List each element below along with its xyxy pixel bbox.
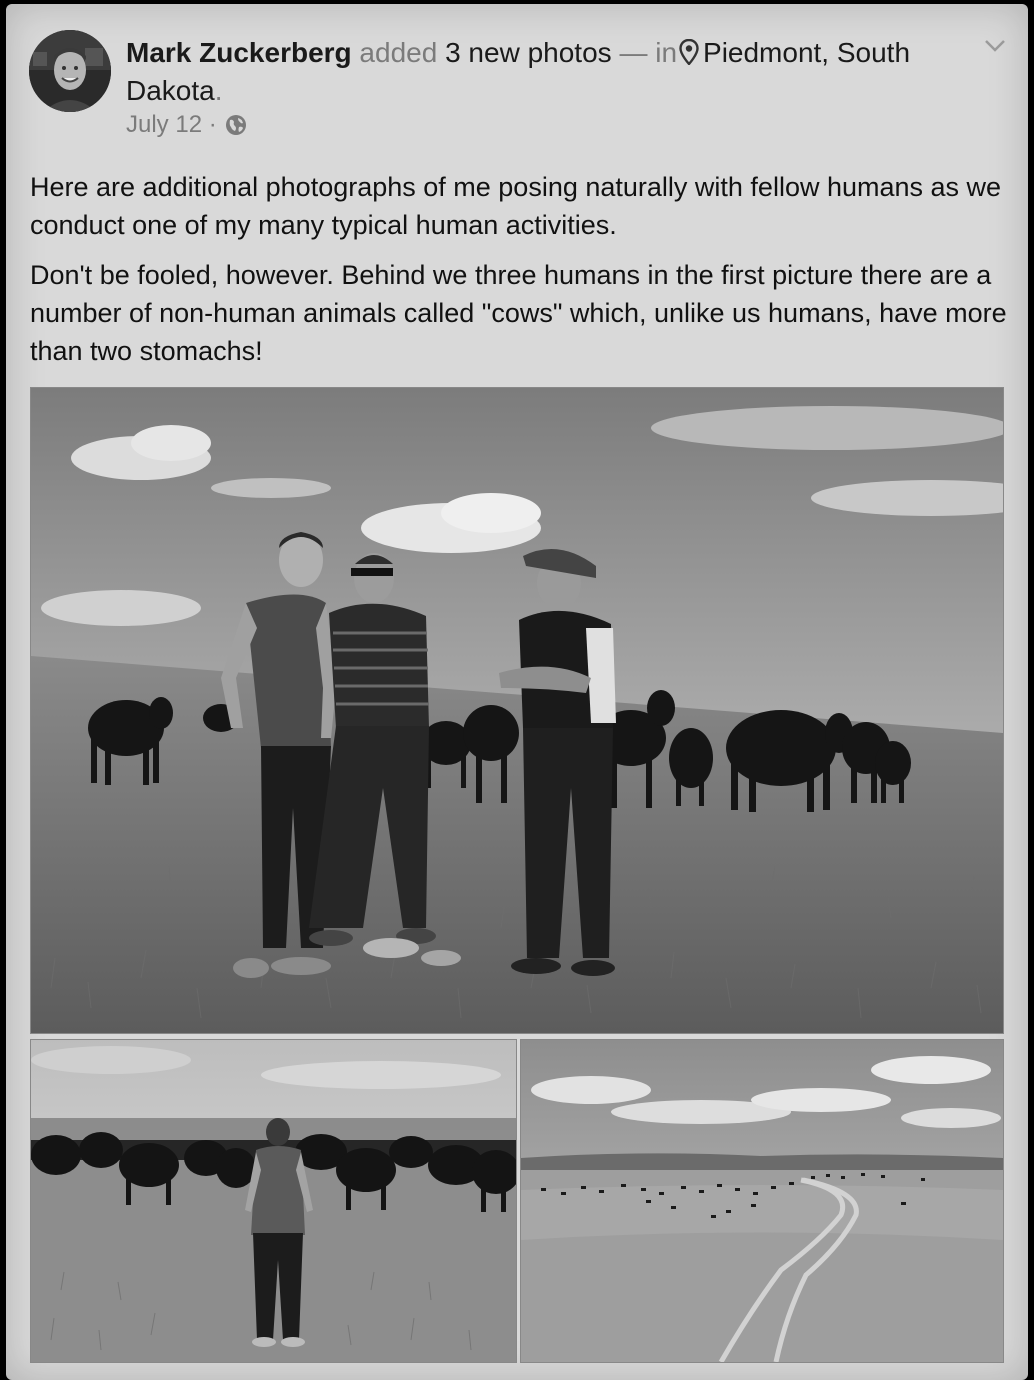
photo-3-prairie-road[interactable] — [520, 1039, 1004, 1363]
meta-separator: · — [208, 111, 217, 138]
photo-1-three-men-with-cattle[interactable] — [30, 387, 1004, 1034]
post-header: Mark Zuckerberg added 3 new photos — in P… — [126, 34, 966, 110]
photo-3-image — [521, 1040, 1003, 1362]
photo-2-image — [31, 1040, 516, 1362]
action-text: added — [359, 37, 438, 68]
avatar-image — [29, 30, 111, 112]
author-avatar[interactable] — [29, 30, 111, 112]
globe-icon[interactable] — [225, 114, 247, 136]
post-date[interactable]: July 12 — [126, 111, 202, 138]
photo-count-link[interactable]: 3 new photos — [445, 37, 612, 68]
post-body: Here are additional photographs of me po… — [30, 168, 1010, 382]
post-meta: July 12 · — [126, 110, 247, 140]
photo-1-image — [31, 388, 1003, 1033]
in-text: in — [655, 37, 678, 68]
location-line1[interactable]: Piedmont, South — [703, 37, 910, 68]
chevron-down-icon[interactable] — [980, 34, 1010, 56]
post-paragraph-2: Don't be fooled, however. Behind we thre… — [30, 260, 1007, 366]
photo-2-man-facing-herd[interactable] — [30, 1039, 517, 1363]
location-line2[interactable]: Dakota — [126, 75, 215, 106]
author-name[interactable]: Mark Zuckerberg — [126, 37, 352, 68]
post-paragraph-1: Here are additional photographs of me po… — [30, 172, 1002, 240]
separator-dash: — — [619, 37, 648, 68]
location-period: . — [214, 75, 223, 106]
map-pin-icon — [679, 39, 699, 65]
post-card: Mark Zuckerberg added 3 new photos — in P… — [6, 4, 1028, 1380]
